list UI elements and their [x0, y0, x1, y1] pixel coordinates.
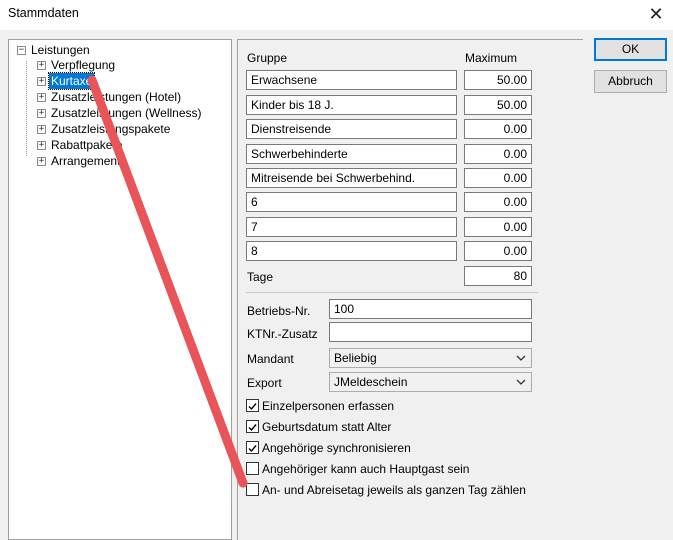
- tree-item-label: Zusatzleistungen (Hotel): [51, 90, 182, 104]
- tree-connector: [26, 61, 27, 156]
- gruppe-field-2[interactable]: Kinder bis 18 J.: [246, 95, 457, 115]
- cancel-button[interactable]: Abbruch: [594, 70, 667, 93]
- expand-icon[interactable]: +: [37, 141, 46, 150]
- checkmark-icon: [248, 424, 257, 432]
- column-header-maximum: Maximum: [465, 51, 518, 65]
- maximum-field-1[interactable]: 50.00: [464, 70, 532, 90]
- title-bar: Stammdaten ✕: [0, 0, 673, 30]
- checkbox-box[interactable]: [246, 420, 259, 433]
- checkbox-box[interactable]: [246, 462, 259, 475]
- expand-icon[interactable]: +: [37, 125, 46, 134]
- checkbox-box[interactable]: [246, 483, 259, 496]
- checkbox-label: Angehörige synchronisieren: [262, 441, 411, 455]
- tree-item-label: Rabattpakete: [51, 138, 123, 152]
- expand-icon[interactable]: +: [37, 93, 46, 102]
- ktnr-label: KTNr.-Zusatz: [247, 327, 318, 341]
- close-icon[interactable]: ✕: [639, 0, 673, 30]
- column-header-gruppe: Gruppe: [247, 51, 288, 65]
- checkbox-box[interactable]: [246, 399, 259, 412]
- gruppe-field-7[interactable]: 7: [246, 217, 457, 237]
- expand-icon[interactable]: +: [37, 61, 46, 70]
- checkmark-icon: [248, 403, 257, 411]
- expand-icon[interactable]: +: [37, 157, 46, 166]
- ktnr-field[interactable]: [329, 322, 532, 342]
- expand-icon[interactable]: +: [37, 77, 46, 86]
- maximum-field-8[interactable]: 0.00: [464, 241, 532, 261]
- checkbox-box[interactable]: [246, 441, 259, 454]
- tree-item-label: Arrangements: [51, 154, 127, 168]
- checkbox-label: Geburtsdatum statt Alter: [262, 420, 392, 434]
- expand-icon[interactable]: +: [37, 109, 46, 118]
- export-select[interactable]: JMeldeschein: [329, 372, 532, 392]
- mandant-label: Mandant: [247, 352, 294, 366]
- mandant-selected-value: Beliebig: [334, 351, 377, 365]
- maximum-field-7[interactable]: 0.00: [464, 217, 532, 237]
- chevron-down-icon: [516, 355, 526, 361]
- ok-button[interactable]: OK: [594, 38, 667, 61]
- gruppe-field-6[interactable]: 6: [246, 192, 457, 212]
- gruppe-field-5[interactable]: Mitreisende bei Schwerbehind.: [246, 168, 457, 188]
- maximum-field-3[interactable]: 0.00: [464, 119, 532, 139]
- tree-item-label: Leistungen: [31, 43, 90, 57]
- section-divider: [246, 292, 538, 293]
- window-title: Stammdaten: [8, 6, 79, 20]
- export-label: Export: [247, 376, 282, 390]
- betriebsnr-label: Betriebs-Nr.: [247, 304, 311, 318]
- tage-label: Tage: [247, 270, 274, 284]
- gruppe-field-3[interactable]: Dienstreisende: [246, 119, 457, 139]
- maximum-field-2[interactable]: 50.00: [464, 95, 532, 115]
- dialog-body: − Leistungen + Verpflegung + Kurtaxe + Z…: [0, 30, 673, 540]
- tree-item-label: Zusatzleistungspakete: [51, 122, 171, 136]
- tree-item-label: Zusatzleistungen (Wellness): [51, 106, 202, 120]
- checkbox-label: Einzelpersonen erfassen: [262, 399, 395, 413]
- gruppe-field-8[interactable]: 8: [246, 241, 457, 261]
- checkmark-icon: [248, 445, 257, 453]
- collapse-icon[interactable]: −: [17, 46, 26, 55]
- chevron-down-icon: [516, 379, 526, 385]
- gruppe-field-4[interactable]: Schwerbehinderte: [246, 144, 457, 164]
- maximum-field-4[interactable]: 0.00: [464, 144, 532, 164]
- export-selected-value: JMeldeschein: [334, 375, 408, 389]
- maximum-field-5[interactable]: 0.00: [464, 168, 532, 188]
- betriebsnr-field[interactable]: 100: [329, 299, 532, 319]
- checkbox-label: An- und Abreisetag jeweils als ganzen Ta…: [262, 483, 526, 497]
- tree-item-label: Kurtaxe: [47, 72, 96, 90]
- tree-view[interactable]: − Leistungen + Verpflegung + Kurtaxe + Z…: [8, 39, 232, 540]
- gruppe-field-1[interactable]: Erwachsene: [246, 70, 457, 90]
- tree-item-label: Verpflegung: [51, 58, 116, 72]
- mandant-select[interactable]: Beliebig: [329, 348, 532, 368]
- checkbox-label: Angehöriger kann auch Hauptgast sein: [262, 462, 470, 476]
- maximum-field-6[interactable]: 0.00: [464, 192, 532, 212]
- tage-field[interactable]: 80: [464, 266, 532, 286]
